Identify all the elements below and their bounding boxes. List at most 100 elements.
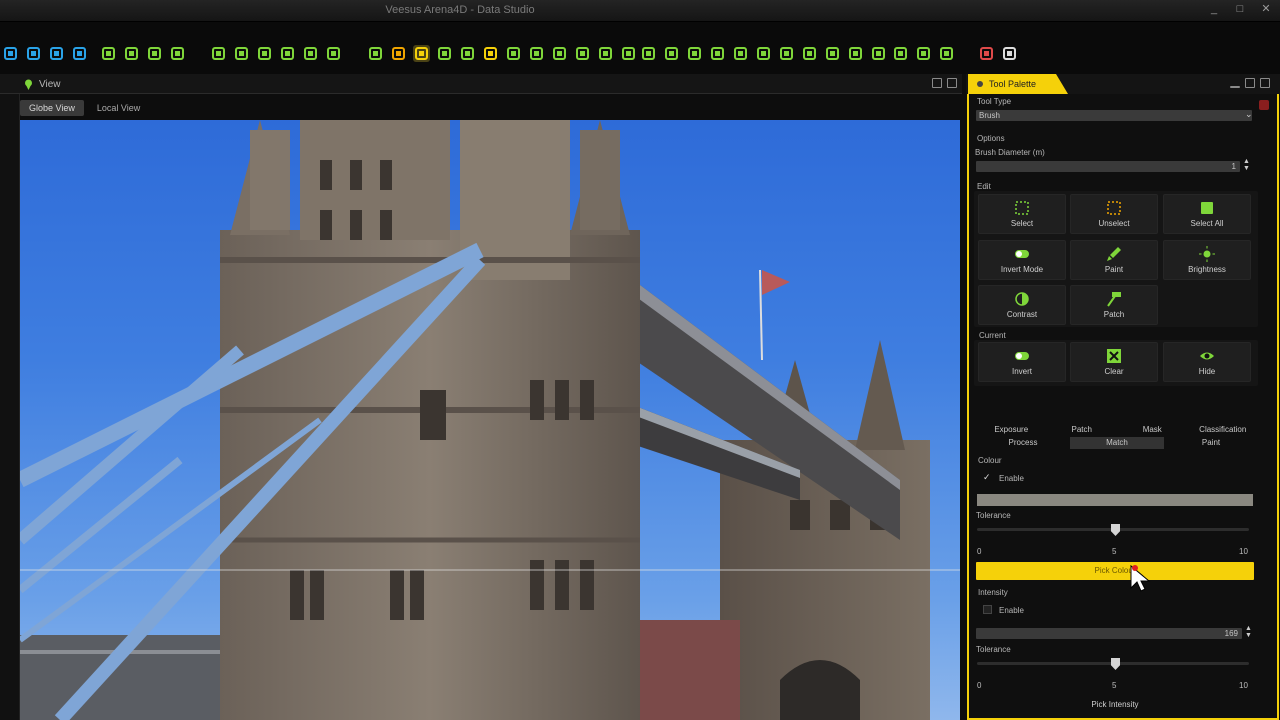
restore-panel-icon[interactable]	[947, 78, 957, 88]
hand-icon[interactable]	[390, 45, 407, 62]
brush-diameter-input[interactable]: 1	[976, 161, 1240, 172]
share-icon[interactable]	[71, 45, 88, 62]
walk-icon[interactable]	[824, 45, 841, 62]
float-panel-icon[interactable]	[932, 78, 942, 88]
map-icon[interactable]	[210, 45, 227, 62]
pick-colour-button[interactable]: Pick Colour	[976, 562, 1254, 580]
up-icon[interactable]	[847, 45, 864, 62]
import-icon[interactable]	[169, 45, 186, 62]
camera-icon[interactable]	[25, 45, 42, 62]
move-icon[interactable]	[597, 45, 614, 62]
chart-icon[interactable]	[279, 45, 296, 62]
tab-match[interactable]: Match	[1070, 437, 1164, 449]
eye-icon[interactable]	[755, 45, 772, 62]
rotate-icon[interactable]	[801, 45, 818, 62]
brush-diameter-stepper[interactable]: ▲ ▼	[1243, 158, 1250, 172]
redo-icon[interactable]	[892, 45, 909, 62]
tab-tool-palette[interactable]: Tool Palette	[968, 74, 1068, 94]
contrast-button[interactable]: Contrast	[978, 285, 1066, 325]
tab-process[interactable]: Process	[976, 437, 1070, 449]
pencil-icon[interactable]	[413, 45, 430, 62]
toggle-icon	[1015, 250, 1029, 258]
colour-enable-checkbox[interactable]: ✓	[983, 473, 992, 482]
world-icon[interactable]	[551, 45, 568, 62]
tile2-icon[interactable]	[938, 45, 955, 62]
minimize-button[interactable]: _	[1208, 3, 1220, 15]
tool-palette: Tool Palette Tool Type Brush ⌄ Options B…	[966, 74, 1280, 720]
tab-view[interactable]: View	[18, 74, 98, 94]
sun-icon[interactable]	[482, 45, 499, 62]
select-all-button[interactable]: Select All	[1163, 194, 1251, 234]
tab-tool-palette-label: Tool Palette	[989, 79, 1037, 89]
palette-close-icon[interactable]	[1259, 100, 1269, 110]
edit-label: Edit	[977, 182, 991, 191]
document-icon[interactable]	[48, 45, 65, 62]
video-icon[interactable]	[663, 45, 680, 62]
layers-icon[interactable]	[233, 45, 250, 62]
up2-icon[interactable]	[870, 45, 887, 62]
colour-tolerance-thumb[interactable]	[1111, 524, 1120, 536]
contrast-button-label: Contrast	[1006, 310, 1038, 319]
invert-button[interactable]: Invert	[978, 342, 1066, 382]
chevron-down-icon[interactable]: ⌄	[1245, 109, 1253, 120]
link-icon[interactable]	[100, 45, 117, 62]
brightness-button[interactable]: Brightness	[1163, 240, 1251, 280]
tab-classification[interactable]: Classification	[1188, 424, 1259, 436]
intensity-stepper[interactable]: ▲ ▼	[1245, 625, 1252, 639]
help-icon[interactable]	[528, 45, 545, 62]
paint-button-label: Paint	[1104, 265, 1124, 274]
tile-icon[interactable]	[915, 45, 932, 62]
tile3-icon[interactable]	[978, 45, 995, 62]
person-icon[interactable]	[640, 45, 657, 62]
3d-viewport[interactable]	[20, 120, 960, 720]
tab-patch[interactable]: Patch	[1047, 424, 1118, 436]
select-all-button-label: Select All	[1190, 219, 1224, 228]
save-icon[interactable]	[123, 45, 140, 62]
hide-button[interactable]: Hide	[1163, 342, 1251, 382]
clock-icon[interactable]	[302, 45, 319, 62]
zoom-icon[interactable]	[505, 45, 522, 62]
tab-mask[interactable]: Mask	[1117, 424, 1188, 436]
cloud-icon[interactable]	[574, 45, 591, 62]
intensity-value-input[interactable]: 169	[976, 628, 1242, 639]
globe-icon[interactable]	[325, 45, 342, 62]
grid-icon[interactable]	[436, 45, 453, 62]
target-icon[interactable]	[709, 45, 726, 62]
minimize-panel-icon[interactable]	[1230, 86, 1240, 88]
clear-button[interactable]: Clear	[1070, 342, 1158, 382]
unselect-button[interactable]: Unselect	[1070, 194, 1158, 234]
table-icon[interactable]	[459, 45, 476, 62]
export-icon[interactable]	[146, 45, 163, 62]
paint-button[interactable]: Paint	[1070, 240, 1158, 280]
hand2-icon[interactable]	[1001, 45, 1018, 62]
brush-icon	[1107, 247, 1121, 261]
tab-exposure[interactable]: Exposure	[976, 424, 1047, 436]
tool-type-select[interactable]: Brush	[976, 110, 1252, 121]
maximize-button[interactable]: □	[1234, 3, 1246, 15]
patch-button[interactable]: Patch	[1070, 285, 1158, 325]
tab-local-view[interactable]: Local View	[88, 100, 149, 116]
tab-paint[interactable]: Paint	[1164, 437, 1258, 449]
select-button[interactable]: Select	[978, 194, 1066, 234]
unselect-icon	[1107, 201, 1121, 215]
unselect-button-label: Unselect	[1098, 219, 1130, 228]
tab-view-label: View	[39, 78, 61, 90]
float-palette-icon[interactable]	[1245, 78, 1255, 88]
sun-icon	[1199, 246, 1215, 262]
refresh-icon[interactable]	[778, 45, 795, 62]
pick-intensity-button[interactable]: Pick Intensity	[976, 698, 1254, 712]
tab-globe-view[interactable]: Globe View	[20, 100, 84, 116]
measure-icon[interactable]	[367, 45, 384, 62]
stack-icon[interactable]	[256, 45, 273, 62]
pin-icon[interactable]	[732, 45, 749, 62]
invert-mode-button[interactable]: Invert Mode	[978, 240, 1066, 280]
bar-icon[interactable]	[620, 45, 637, 62]
colour-swatch[interactable]	[977, 494, 1253, 506]
restore-palette-icon[interactable]	[1260, 78, 1270, 88]
intensity-tol-mid: 5	[1112, 681, 1117, 690]
new-icon[interactable]	[2, 45, 19, 62]
intensity-enable-checkbox[interactable]	[983, 605, 992, 614]
intensity-tolerance-thumb[interactable]	[1111, 658, 1120, 670]
close-button[interactable]: ✕	[1260, 3, 1272, 15]
network-icon[interactable]	[686, 45, 703, 62]
